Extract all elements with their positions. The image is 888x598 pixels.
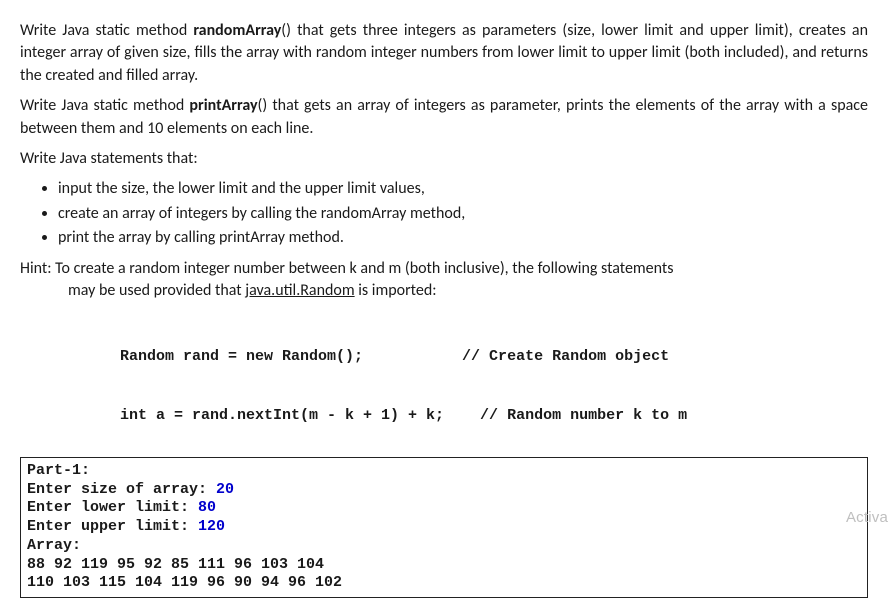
hint-block: Hint: To create a random integer number … xyxy=(20,258,868,303)
bullet-3: print the array by calling printArray me… xyxy=(58,227,868,249)
output-size-line: Enter size of array: 20 xyxy=(27,481,861,500)
value-lower: 80 xyxy=(198,499,216,516)
code-line-2: int a = rand.nextInt(m - k + 1) + k; // … xyxy=(120,406,868,426)
bullet-list: input the size, the lower limit and the … xyxy=(20,178,868,249)
method-name-randomarray: randomArray xyxy=(193,21,281,40)
prompt-upper: Enter upper limit: xyxy=(27,518,198,535)
para2-pre: Write Java static method xyxy=(20,96,189,115)
prompt-lower: Enter lower limit: xyxy=(27,499,198,516)
watermark-text: Activa xyxy=(846,507,888,528)
method-name-printarray: printArray xyxy=(189,96,257,115)
hint-sub-pre: may be used provided that xyxy=(68,281,245,300)
output-row-2: 110 103 115 104 119 96 90 94 96 102 xyxy=(27,574,861,593)
value-upper: 120 xyxy=(198,518,225,535)
output-array-label: Array: xyxy=(27,537,861,556)
hint-line-1: Hint: To create a random integer number … xyxy=(20,258,868,280)
hint-import-link: java.util.Random xyxy=(245,281,354,300)
output-lower-line: Enter lower limit: 80 xyxy=(27,499,861,518)
code-snippet: Random rand = new Random(); // Create Ra… xyxy=(120,308,868,445)
para1-pre: Write Java static method xyxy=(20,21,193,40)
output-row-1: 88 92 119 95 92 85 111 96 103 104 xyxy=(27,556,861,575)
prompt-size: Enter size of array: xyxy=(27,481,216,498)
hint-line-2: may be used provided that java.util.Rand… xyxy=(68,280,868,302)
paragraph-2: Write Java static method printArray() th… xyxy=(20,95,868,140)
paragraph-3: Write Java statements that: xyxy=(20,148,868,170)
bullet-1: input the size, the lower limit and the … xyxy=(58,178,868,200)
value-size: 20 xyxy=(216,481,234,498)
code-line-1: Random rand = new Random(); // Create Ra… xyxy=(120,347,868,367)
paragraph-1: Write Java static method randomArray() t… xyxy=(20,20,868,87)
bullet-2: create an array of integers by calling t… xyxy=(58,203,868,225)
hint-sub-post: is imported: xyxy=(355,281,437,300)
output-title: Part-1: xyxy=(27,462,861,481)
output-box: Part-1: Enter size of array: 20 Enter lo… xyxy=(20,457,868,598)
